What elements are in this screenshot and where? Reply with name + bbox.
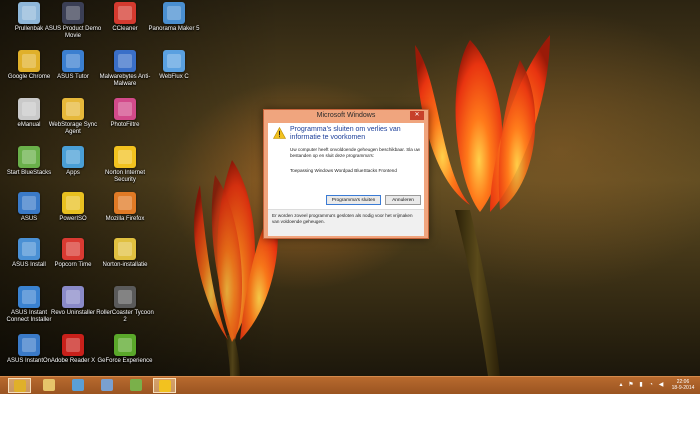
asus-instant-connect-icon: [18, 286, 40, 308]
geforce-experience-icon: [114, 334, 136, 356]
desktop-shortcut-label: Popcorn Time: [54, 262, 92, 268]
revo-uninstaller-icon: [62, 286, 84, 308]
desktop-shortcut-label: GeForce Experience: [97, 358, 153, 364]
asus-instanton-icon: [18, 334, 40, 356]
blank-area: [0, 394, 700, 438]
photos-icon: [71, 379, 84, 391]
desktop-shortcut[interactable]: WebStorage Sync Agent: [44, 98, 102, 144]
taskbar-photos[interactable]: [66, 378, 89, 393]
panorama-maker-icon: [163, 2, 185, 24]
apps-icon: [62, 146, 84, 168]
desktop-shortcut[interactable]: Norton-installatie: [96, 238, 154, 284]
desktop-shortcut[interactable]: Mozilla Firefox: [96, 192, 154, 238]
popcorn-time-icon: [62, 238, 84, 260]
norton-internet-security-icon: [114, 146, 136, 168]
desktop-shortcut[interactable]: Revo Uninstaller: [44, 286, 102, 332]
desktop-shortcut[interactable]: PowerISO: [44, 192, 102, 238]
system-tray: ▴ ⚑ ▮ ◔ ◀ 22:06 18-9-2014: [616, 377, 696, 395]
taskbar-bluestacks[interactable]: [124, 378, 147, 393]
adobe-reader-icon: [62, 334, 84, 356]
desktop-shortcut[interactable]: PhotoFiltre: [96, 98, 154, 144]
chrome-icon: [13, 380, 26, 392]
desktop-shortcut[interactable]: ASUS Tutor: [44, 50, 102, 96]
asus-install-icon: [18, 238, 40, 260]
recycle-bin-icon: [18, 2, 40, 24]
bluestacks-icon: [129, 379, 142, 391]
desktop-shortcut-label: ASUS Product Demo Movie: [44, 26, 102, 39]
desktop-shortcut-label: RollerCoaster Tycoon 2: [96, 310, 154, 323]
desktop-shortcut-label: PhotoFiltre: [110, 122, 140, 128]
desktop-shortcut[interactable]: WebFlux C: [145, 50, 203, 96]
dialog-title: Microsoft Windows: [316, 112, 376, 119]
desktop-shortcut-label: WebFlux C: [159, 74, 189, 80]
google-chrome-icon: [18, 50, 40, 72]
desktop-shortcut[interactable]: ASUS Product Demo Movie: [44, 2, 102, 48]
webflux-icon: [163, 50, 185, 72]
malwarebytes-icon: [114, 50, 136, 72]
photofiltre-icon: [114, 98, 136, 120]
desktop-shortcut-label: PowerISO: [59, 216, 87, 222]
desktop-shortcut-label: Norton Internet Security: [104, 170, 146, 183]
rollercoaster-tycoon-icon: [114, 286, 136, 308]
ccleaner-icon: [114, 2, 136, 24]
dialog-button-bar: Programma's sluiten Annuleren: [268, 195, 424, 208]
dialog-footer: Er worden zoveel programma's gesloten al…: [268, 209, 424, 236]
memory-warning-dialog: Microsoft Windows ✕ Programma's sluiten …: [263, 109, 429, 239]
norton-installatie-icon: [114, 238, 136, 260]
clock[interactable]: 22:06 18-9-2014: [670, 379, 696, 391]
desktop-shortcut[interactable]: Panorama Maker 5: [145, 2, 203, 48]
emanual-icon: [18, 98, 40, 120]
taskbar-warning[interactable]: [153, 378, 176, 393]
chevron-up-icon[interactable]: ▴: [618, 382, 624, 388]
dialog-program-list: Toepassing Windows Wordpad BlueStacks Fr…: [290, 168, 397, 173]
close-programs-button[interactable]: Programma's sluiten: [326, 195, 381, 205]
close-icon[interactable]: ✕: [410, 111, 424, 120]
wordpad-icon: [100, 379, 113, 391]
network-icon[interactable]: ◔: [648, 382, 654, 388]
desktop-shortcut-label: Panorama Maker 5: [148, 26, 200, 32]
mozilla-firefox-icon: [114, 192, 136, 214]
folder-icon: [42, 379, 55, 391]
desktop-shortcut[interactable]: GeForce Experience: [96, 334, 154, 376]
warning-icon: [273, 127, 286, 139]
desktop-shortcut[interactable]: Norton Internet Security: [96, 146, 154, 192]
desktop-shortcut[interactable]: Popcorn Time: [44, 238, 102, 284]
desktop-shortcut-label: ASUS Tutor: [57, 74, 89, 80]
desktop-shortcut-label: Mozilla Firefox: [105, 216, 145, 222]
taskbar: ▴ ⚑ ▮ ◔ ◀ 22:06 18-9-2014: [0, 376, 700, 394]
asus-tutor-icon: [62, 50, 84, 72]
volume-icon[interactable]: ◀: [658, 382, 664, 388]
webstorage-sync-icon: [62, 98, 84, 120]
start-bluestacks-icon: [18, 146, 40, 168]
dialog-message: Uw computer heeft onvoldoende geheugen b…: [290, 147, 420, 158]
cancel-button[interactable]: Annuleren: [385, 195, 421, 205]
clock-date: 18-9-2014: [671, 385, 695, 391]
desktop-shortcut[interactable]: Apps: [44, 146, 102, 192]
battery-icon[interactable]: ▮: [638, 382, 644, 388]
asus-icon: [18, 192, 40, 214]
dialog-client: Programma's sluiten om verlies van infor…: [268, 123, 424, 236]
desktop-shortcut[interactable]: Adobe Reader X: [44, 334, 102, 376]
taskbar-wordpad[interactable]: [95, 378, 118, 393]
poweriso-icon: [62, 192, 84, 214]
desktop-shortcut-label: Apps: [66, 170, 80, 176]
desktop-shortcut-label: Adobe Reader X: [50, 358, 96, 364]
desktop-shortcut-label: Revo Uninstaller: [50, 310, 96, 316]
dialog-footer-text: Er worden zoveel programma's gesloten al…: [272, 213, 413, 224]
warning-icon: [158, 380, 171, 392]
taskbar-explorer[interactable]: [37, 378, 60, 393]
desktop-shortcut-label: WebStorage Sync Agent: [48, 122, 98, 135]
flag-icon[interactable]: ⚑: [628, 382, 634, 388]
dialog-heading: Programma's sluiten om verlies van infor…: [290, 126, 401, 141]
desktop-shortcut-label: Norton-installatie: [102, 262, 148, 268]
desktop-shortcut[interactable]: RollerCoaster Tycoon 2: [96, 286, 154, 332]
taskbar-chrome[interactable]: [8, 378, 31, 393]
asus-demo-movie-icon: [62, 2, 84, 24]
